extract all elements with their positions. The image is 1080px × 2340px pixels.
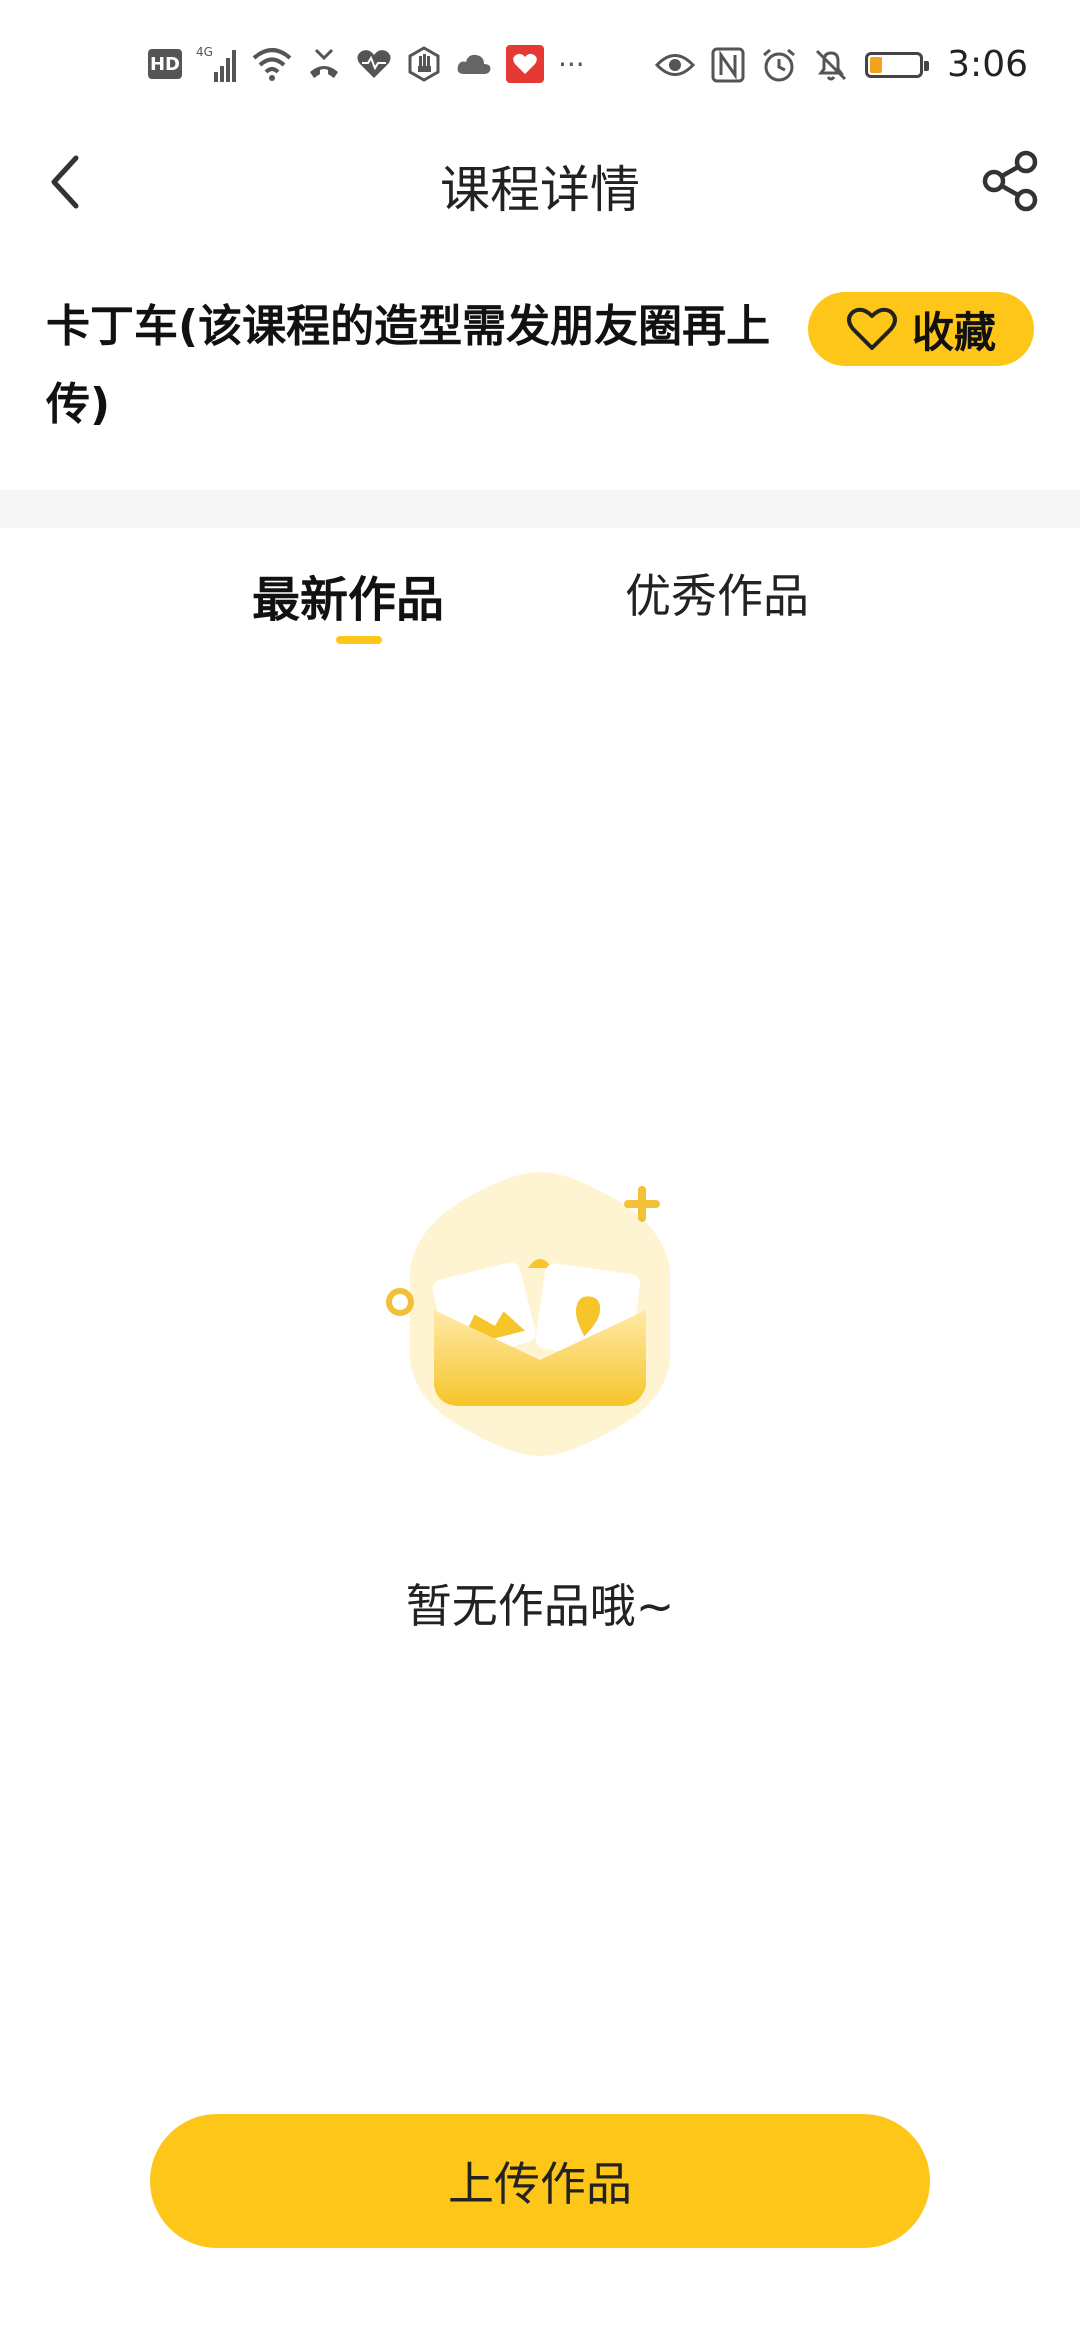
tab-latest-works[interactable]: 最新作品 bbox=[252, 560, 444, 640]
missed-call-icon bbox=[306, 44, 342, 84]
active-tab-indicator bbox=[336, 636, 382, 644]
wifi-icon bbox=[252, 44, 292, 84]
course-title: 卡丁车(该课程的造型需发朋友圈再上传) bbox=[46, 301, 771, 430]
health-icon bbox=[356, 44, 392, 84]
nfc-icon bbox=[711, 45, 745, 85]
app-red-icon bbox=[506, 44, 544, 84]
tab-excellent-works[interactable]: 优秀作品 bbox=[625, 560, 809, 640]
empty-state-message: 暂无作品哦~ bbox=[405, 1579, 675, 1633]
eye-icon bbox=[655, 45, 696, 85]
more-dots-icon: ··· bbox=[558, 47, 585, 81]
heart-outline-icon bbox=[846, 307, 897, 350]
share-icon bbox=[982, 150, 1038, 212]
status-time: 3:06 bbox=[947, 44, 1028, 85]
status-left-icons: HD 4G ··· bbox=[148, 44, 585, 84]
section-divider bbox=[0, 490, 1080, 528]
share-button[interactable] bbox=[976, 146, 1046, 216]
hd-badge: HD bbox=[148, 49, 182, 79]
alarm-icon bbox=[761, 45, 797, 85]
status-right-icons: 3:06 bbox=[655, 44, 1028, 85]
top-nav-bar: 课程详情 bbox=[0, 130, 1080, 230]
favorite-button[interactable]: 收藏 bbox=[808, 292, 1034, 366]
empty-folder-images-icon bbox=[380, 1160, 700, 1480]
status-bar: HD 4G ··· 3:06 bbox=[0, 0, 1080, 130]
works-tabs: 最新作品 优秀作品 bbox=[0, 560, 1080, 660]
hand-icon bbox=[406, 44, 442, 84]
upload-works-button[interactable]: 上传作品 bbox=[150, 2114, 930, 2248]
battery-icon bbox=[865, 45, 930, 85]
favorite-label: 收藏 bbox=[911, 307, 996, 357]
cloud-icon bbox=[456, 44, 492, 84]
course-detail-page: HD 4G ··· 3:06 课程详情 卡丁车(该课程的造型需发朋友圈再上传) … bbox=[0, 0, 1080, 2340]
mute-bell-icon bbox=[813, 45, 849, 85]
course-info: 卡丁车(该课程的造型需发朋友圈再上传) 收藏 bbox=[0, 270, 1080, 490]
signal-4g-icon: 4G bbox=[196, 44, 238, 84]
network-label: 4G bbox=[196, 45, 213, 59]
upload-works-label: 上传作品 bbox=[448, 2157, 632, 2211]
battery-fill bbox=[870, 56, 883, 73]
page-title: 课程详情 bbox=[440, 161, 640, 219]
hd-icon: HD bbox=[148, 44, 182, 84]
